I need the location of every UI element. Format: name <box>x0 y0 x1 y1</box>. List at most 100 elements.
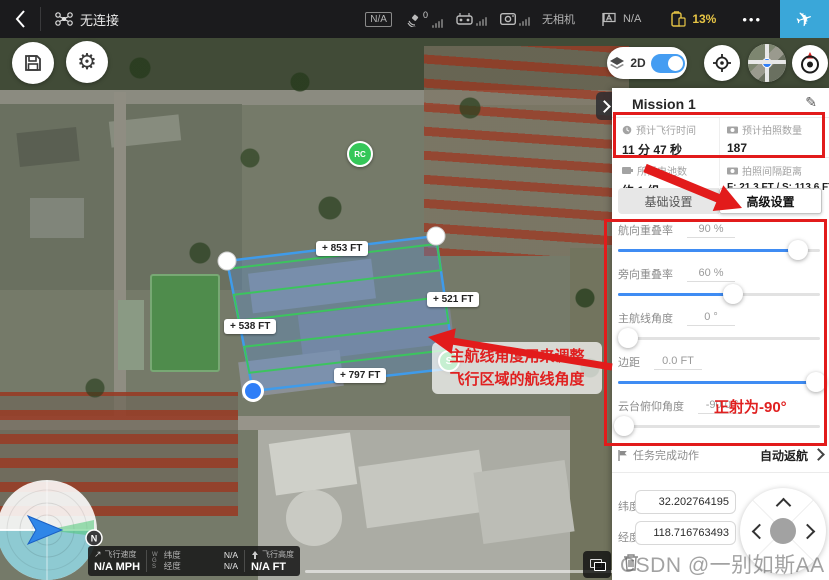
slider-thumb[interactable] <box>618 328 638 348</box>
slider-thumb[interactable] <box>806 372 826 392</box>
slider-value-field[interactable]: 0 ° <box>687 311 735 326</box>
camera-icon <box>727 125 738 134</box>
altitude-icon <box>251 551 259 559</box>
status-icons: N/A 0 <box>357 0 829 38</box>
flight-mode-status: N/A <box>601 12 641 27</box>
slider-fill <box>618 249 798 252</box>
slider-thumb[interactable] <box>723 284 743 304</box>
edge-length-label: + 797 FT <box>334 368 386 383</box>
battery-icon <box>622 166 633 175</box>
clock-icon <box>622 125 632 135</box>
slider-track[interactable] <box>618 337 820 340</box>
flight-mode-value: N/A <box>623 13 641 25</box>
divider <box>40 7 41 31</box>
gimbal-annotation-note: 正射为-90° <box>714 396 787 417</box>
aircraft-connection-status: 无连接 <box>55 10 119 29</box>
telemetry-bar: ↗ 飞行速度 N/A MPH W G S 纬度 N/A 经度 N/A 飞行高度 … <box>88 546 300 576</box>
camera-signal <box>500 13 530 26</box>
watermark: CSDN @一别如斯AA <box>620 549 825 579</box>
app-root: RC S + 853 FT + 521 FT + 538 FT + 797 FT… <box>0 0 829 580</box>
flight-mode-flag-icon <box>601 12 617 27</box>
mission-panel: Mission 1 ✎ 预计飞行时间 11 分 47 秒 预计拍照数量 187 … <box>612 88 829 580</box>
save-icon <box>23 53 43 73</box>
divider <box>612 472 829 473</box>
slider-thumb[interactable] <box>614 416 634 436</box>
slider-value-field[interactable]: 0.0 FT <box>654 355 702 370</box>
camera-signal-bars <box>519 17 530 26</box>
rc-position-marker[interactable]: RC <box>347 141 373 167</box>
slider-fill <box>618 381 816 384</box>
annotation-line: 主航线角度用来调整 <box>449 345 584 368</box>
battery-device-icon <box>671 11 686 27</box>
rc-signal <box>456 12 487 26</box>
vertex-handle[interactable] <box>218 252 236 270</box>
nudge-right-button[interactable] <box>800 524 816 540</box>
save-mission-button[interactable] <box>12 42 54 84</box>
top-status-bar: 无连接 N/A 0 <box>0 0 829 38</box>
battery-percent: 13% <box>692 12 716 26</box>
vertex-handle[interactable] <box>427 227 445 245</box>
dpad-center-button[interactable] <box>770 518 796 544</box>
latitude-input[interactable]: 32.202764195 <box>635 490 736 514</box>
remote-controller-icon <box>456 12 473 25</box>
minimap-button[interactable] <box>748 44 786 82</box>
tab-advanced-settings[interactable]: 高级设置 <box>719 188 822 214</box>
nudge-left-button[interactable] <box>752 524 768 540</box>
mission-finish-action-row[interactable]: 任务完成动作 自动返航 <box>618 446 823 464</box>
compass-icon <box>797 50 823 76</box>
view-switch-icon <box>590 559 605 570</box>
locate-me-button[interactable] <box>704 45 740 81</box>
slider-thumb[interactable] <box>788 240 808 260</box>
slider-track[interactable] <box>618 425 820 428</box>
airplane-icon: ✈ <box>793 5 817 34</box>
view-switch-button[interactable] <box>583 551 611 578</box>
camera-icon <box>500 13 516 25</box>
more-menu-button[interactable]: ••• <box>742 12 762 27</box>
slider-value-field[interactable]: 90 % <box>687 223 735 238</box>
toggle-knob <box>668 56 683 71</box>
telemetry-altitude: 飞行高度 N/A FT <box>245 546 300 576</box>
mission-settings-button[interactable]: ⚙ <box>66 41 108 83</box>
takeoff-button[interactable]: ✈ <box>780 0 829 38</box>
sidebar-collapse-tab[interactable] <box>596 92 612 120</box>
telemetry-speed: ↗ 飞行速度 N/A MPH <box>88 546 146 576</box>
satellite-icon <box>405 13 421 27</box>
nudge-up-button[interactable] <box>776 498 792 514</box>
camera-status-label: 无相机 <box>542 11 575 27</box>
finish-action-value: 自动返航 <box>760 447 808 464</box>
edit-mission-icon[interactable]: ✎ <box>805 94 817 111</box>
2d-3d-toggle[interactable] <box>651 54 685 73</box>
divider <box>612 117 829 118</box>
slider-track[interactable] <box>618 293 820 296</box>
slider-row-side-overlap: 旁向重叠率 60 % <box>616 266 822 308</box>
slider-value-field[interactable]: 60 % <box>687 267 735 282</box>
slider-row-route-angle: 主航线角度 0 ° <box>616 310 822 352</box>
minimap-thumbnail <box>748 44 786 82</box>
speed-arrow-icon: ↗ <box>94 549 102 560</box>
map-mode-pill[interactable]: 2D <box>607 47 687 79</box>
gear-icon: ⚙ <box>77 49 97 75</box>
annotation-line: 飞行区域的航线角度 <box>449 368 584 391</box>
drone-icon <box>55 12 73 26</box>
home-indicator <box>305 570 617 573</box>
telemetry-coords: 纬度 N/A 经度 N/A <box>158 546 244 576</box>
compass-reset-button[interactable] <box>792 45 828 81</box>
vertex-handle-selected[interactable] <box>244 382 263 401</box>
tab-basic-settings[interactable]: 基础设置 <box>618 188 719 214</box>
chevron-right-icon <box>814 446 823 464</box>
locate-icon <box>712 53 732 73</box>
stat-flight-time: 预计飞行时间 11 分 47 秒 <box>622 122 722 158</box>
minimap-position-dot <box>762 58 772 68</box>
slider-track[interactable] <box>618 381 820 384</box>
back-chevron-icon <box>14 9 26 29</box>
back-button[interactable] <box>0 0 40 38</box>
camera-icon <box>727 166 738 175</box>
flag-icon <box>618 450 628 461</box>
slider-track[interactable] <box>618 249 820 252</box>
tutorial-annotation-box: 主航线角度用来调整 飞行区域的航线角度 <box>432 342 602 394</box>
slider-row-margin: 边距 0.0 FT <box>616 354 822 396</box>
rc-signal-bars <box>476 17 487 26</box>
gps-signal-bars <box>432 19 443 28</box>
stat-photo-count: 预计拍照数量 187 <box>727 122 827 155</box>
longitude-input[interactable]: 118.716763493 <box>635 521 736 545</box>
